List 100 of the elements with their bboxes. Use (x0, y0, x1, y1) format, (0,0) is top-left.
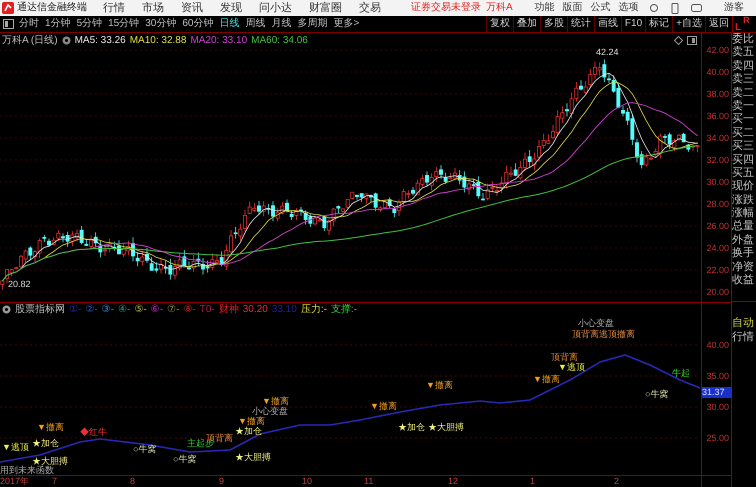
signal-label: ▼撤离 (37, 422, 64, 432)
price-axis-label: 30.00 (706, 178, 729, 187)
signal-label: ◆红牛 (80, 427, 107, 437)
signal-label: ▼逃顶 (558, 362, 585, 372)
gear-icon[interactable] (62, 36, 71, 45)
auto-label[interactable]: 自动 (732, 318, 756, 329)
tool-button[interactable]: 返回 (705, 16, 732, 32)
period-tab[interactable]: 周线 (246, 19, 266, 29)
price-axis-label: 32.00 (706, 156, 729, 165)
quote-label: 外盘 (732, 234, 755, 247)
signal-label: ▼撤离 (262, 396, 289, 406)
indicator-axis-label: 30.00 (706, 403, 729, 412)
phone-icon[interactable] (670, 2, 679, 14)
menu-item[interactable]: 交易 (359, 2, 381, 14)
period-tab[interactable]: 分时 (19, 19, 39, 29)
indicator-value: ④- (118, 304, 130, 314)
panel-icon[interactable] (687, 36, 697, 45)
tool-button[interactable]: 画线 (594, 16, 621, 32)
menu-item[interactable]: 市场 (142, 2, 164, 14)
period-tab[interactable]: 月线 (272, 19, 292, 29)
indicator-value: 财神 (218, 304, 239, 314)
period-tab[interactable]: 5分钟 (76, 19, 102, 29)
indicator-axis-label: 40.00 (706, 341, 729, 350)
quote-label: 净资 (732, 260, 755, 274)
tool-button[interactable]: 多股 (540, 16, 567, 32)
menu-item[interactable]: 功能 (534, 3, 555, 13)
moving-average-value: MA20: 33.10 (190, 36, 248, 46)
app-title: 通达信金融终端 (17, 3, 87, 13)
menu-item[interactable]: 问小达 (259, 2, 292, 14)
menu-item[interactable]: 版面 (562, 3, 583, 13)
menu-item[interactable]: 行情 (103, 2, 125, 14)
signal-label: ★大胆搏 (32, 456, 68, 466)
indicator-axis-label: 35.00 (706, 372, 729, 381)
price-axis-label: 36.00 (706, 112, 729, 121)
tool-button[interactable]: 复权 (486, 16, 513, 32)
quote-label: 总量 (732, 220, 755, 234)
user-name[interactable]: 游客 (724, 3, 744, 13)
quote-label: 买三 (732, 140, 755, 154)
menu-item[interactable]: 选项 (618, 3, 639, 13)
corner-left-label: L (735, 23, 742, 33)
date-axis-label: 10 (302, 477, 312, 486)
quote-label: 买四 (732, 154, 755, 167)
price-axis-label: 28.00 (706, 200, 729, 209)
quote-label: 卖五 (732, 46, 755, 60)
tool-button[interactable]: F10 (620, 16, 646, 32)
tool-button[interactable]: 叠加 (512, 16, 540, 32)
indicator-value: ⑧- (183, 304, 196, 314)
diamond-icon[interactable] (674, 36, 683, 45)
moving-average-value: MA60: 34.06 (251, 36, 308, 46)
menu-item[interactable]: 发现 (220, 2, 242, 14)
signal-label: ★大胆搏 (235, 452, 271, 462)
signal-label: ▼撤离 (533, 374, 560, 384)
menu-item[interactable]: 资讯 (181, 2, 203, 14)
tool-button[interactable]: +自选 (672, 16, 705, 32)
window-icon[interactable] (3, 19, 14, 29)
indicator-value: ②- (85, 304, 98, 314)
date-axis-label: 1 (530, 477, 536, 486)
market-label[interactable]: 行情 (732, 332, 756, 343)
price-axis-label: 24.00 (706, 244, 729, 253)
date-axis-label: 7 (52, 477, 58, 486)
quote-label: 涨跌 (732, 194, 755, 207)
menu-item[interactable]: 公式 (590, 3, 611, 13)
period-tab[interactable]: 60分钟 (182, 19, 214, 29)
signal-label: ▼逃顶 (2, 442, 29, 452)
tool-button[interactable]: 标记 (645, 16, 672, 32)
indicator-value: 压力:- (300, 304, 327, 314)
period-tab[interactable]: 15分钟 (108, 19, 140, 29)
signal-label: ★加仓 (235, 426, 262, 436)
period-tab[interactable]: 30分钟 (145, 19, 176, 29)
quote-label: 卖三 (732, 73, 755, 87)
period-tab[interactable]: 1分钟 (45, 19, 71, 29)
quote-label: 买二 (732, 126, 755, 140)
menu-item[interactable]: 财富圈 (309, 2, 342, 14)
indicator-value: 33.10 (272, 304, 297, 314)
moving-average-value: MA10: 32.88 (130, 36, 186, 46)
period-tab[interactable]: 日线 (220, 19, 240, 29)
indicator-name: 股票指标网 (15, 304, 65, 314)
price-axis-label: 42.00 (706, 46, 729, 55)
indicator-value: ⑥- (150, 304, 164, 314)
tool-button[interactable]: 统计 (566, 16, 594, 32)
quote-label: 卖二 (732, 86, 755, 100)
date-axis-label: 9 (219, 477, 224, 486)
message-icon[interactable] (690, 4, 702, 12)
stock-name: 万科A (486, 3, 513, 13)
chart-title: 万科A (日线) (2, 36, 58, 46)
signal-label: ○牛窝 (645, 389, 668, 399)
period-tab[interactable]: 多周期 (298, 19, 328, 29)
signal-label: ○牛窝 (133, 444, 156, 454)
settings-icon[interactable] (2, 305, 11, 314)
period-tab[interactable]: 更多> (334, 19, 360, 29)
date-axis-label: 11 (364, 477, 374, 486)
quote-label: 卖一 (732, 100, 755, 113)
signal-label: ▼撤离 (238, 416, 265, 426)
quote-label: 委比 (732, 33, 755, 46)
signal-label: ▼撤离 (370, 401, 397, 411)
quote-label: 收益 (732, 274, 755, 288)
indicator-value: ⑦- (167, 304, 180, 314)
date-axis-label: 2 (614, 477, 620, 486)
signal-label: 小心变盘 (578, 318, 614, 328)
signal-label: ★大胆搏 (428, 422, 464, 432)
